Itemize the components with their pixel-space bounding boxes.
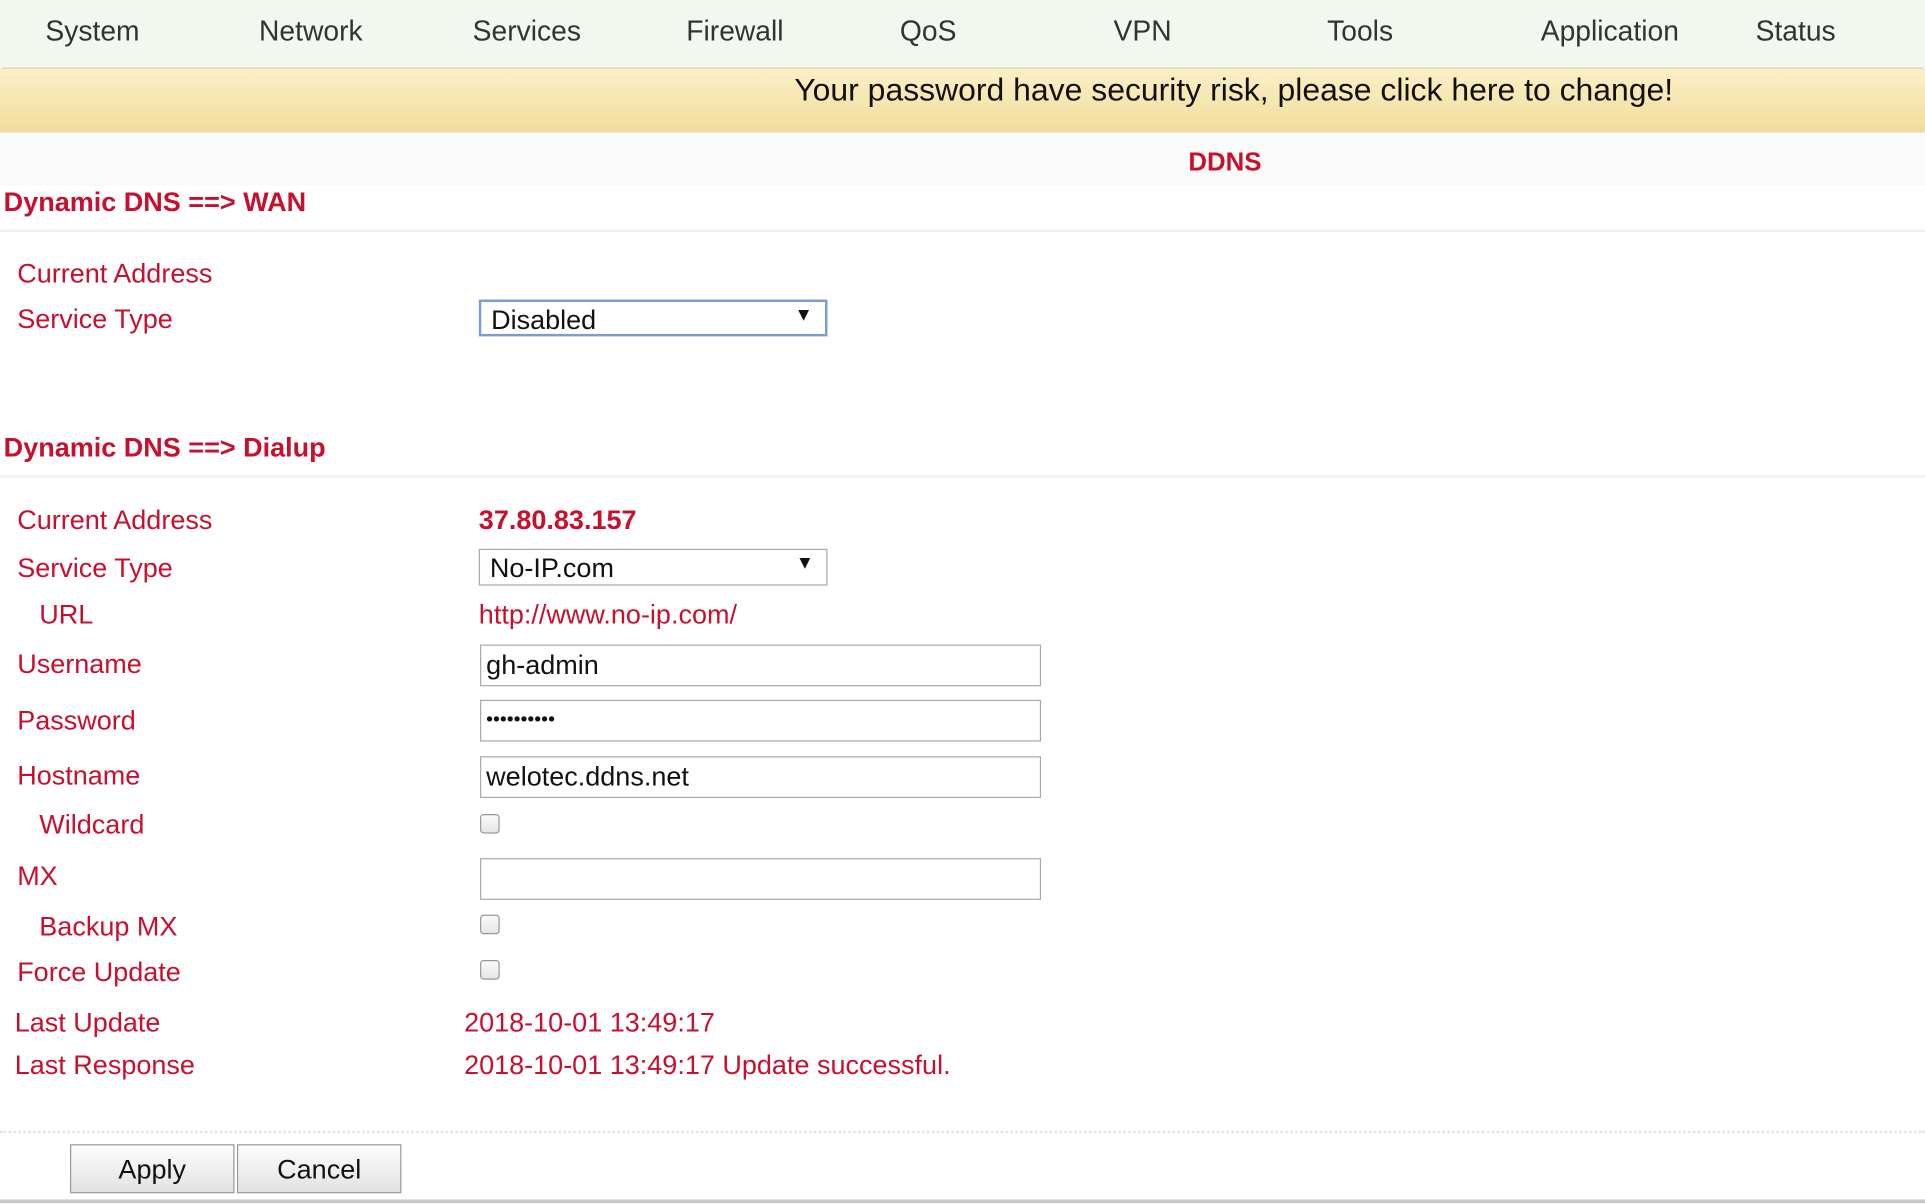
apply-button[interactable]: Apply (69, 1144, 235, 1194)
banner-text[interactable]: Your password have security risk, please… (794, 71, 1673, 109)
last-response-value: 2018-10-01 13:49:17 Update successful. (464, 1049, 951, 1081)
wan-service-type-value: Disabled (491, 304, 597, 336)
backup-mx-checkbox[interactable] (480, 914, 500, 935)
wildcard-label: Wildcard (39, 809, 145, 840)
wan-heading: Dynamic DNS ==> WAN (3, 186, 307, 218)
nav-application[interactable]: Application (1541, 15, 1679, 48)
last-response-label: Last Response (14, 1049, 195, 1081)
nav-firewall[interactable]: Firewall (686, 15, 783, 48)
dialup-service-type-label: Service Type (17, 552, 173, 584)
dialup-service-type-select[interactable]: No-IP.com ▼ (478, 548, 828, 586)
cancel-button[interactable]: Cancel (236, 1144, 402, 1194)
nav-status[interactable]: Status (1756, 15, 1836, 48)
username-input[interactable]: gh-admin (480, 644, 1042, 687)
dotted-divider (0, 1130, 1925, 1134)
page-title: DDNS (1188, 148, 1262, 177)
url-label: URL (39, 599, 94, 630)
password-input[interactable]: •••••••••• (480, 699, 1042, 742)
nav-vpn[interactable]: VPN (1114, 15, 1172, 48)
chevron-down-icon: ▼ (795, 552, 814, 574)
dialup-current-address-label: Current Address (17, 504, 213, 536)
last-update-label: Last Update (14, 1006, 161, 1038)
mx-label: MX (17, 860, 58, 892)
chevron-down-icon: ▼ (794, 304, 813, 326)
force-update-checkbox[interactable] (480, 960, 500, 980)
nav-tools[interactable]: Tools (1327, 15, 1393, 48)
dialup-heading: Dynamic DNS ==> Dialup (3, 432, 326, 463)
nav-services[interactable]: Services (473, 15, 581, 48)
dialup-current-address-value: 37.80.83.157 (478, 504, 637, 536)
wan-service-type-label: Service Type (17, 303, 173, 334)
nav-qos[interactable]: QoS (900, 15, 957, 48)
url-link[interactable]: http://www.no-ip.com/ (479, 599, 737, 631)
top-nav: System Network Services Firewall QoS VPN… (0, 0, 1925, 68)
wan-service-type-select[interactable]: Disabled ▼ (478, 299, 828, 337)
nav-system[interactable]: System (45, 15, 139, 48)
username-label: Username (17, 648, 142, 679)
backup-mx-label: Backup MX (39, 910, 178, 942)
password-warning-banner[interactable]: Your password have security risk, please… (0, 67, 1925, 134)
force-update-label: Force Update (17, 956, 181, 988)
wan-current-address-label: Current Address (17, 257, 213, 289)
last-update-value: 2018-10-01 13:49:17 (464, 1006, 715, 1038)
hostname-input[interactable]: welotec.ddns.net (480, 756, 1042, 799)
title-band (0, 132, 1925, 187)
nav-network[interactable]: Network (259, 15, 363, 48)
mx-input[interactable] (480, 858, 1042, 900)
bottom-border (0, 1199, 1925, 1204)
divider (0, 475, 1925, 478)
wildcard-checkbox[interactable] (480, 813, 500, 834)
password-label: Password (17, 704, 136, 736)
divider (0, 229, 1925, 233)
hostname-label: Hostname (17, 759, 141, 791)
ddns-page: System Network Services Firewall QoS VPN… (0, 0, 1925, 1204)
dialup-service-type-value: No-IP.com (489, 552, 614, 584)
